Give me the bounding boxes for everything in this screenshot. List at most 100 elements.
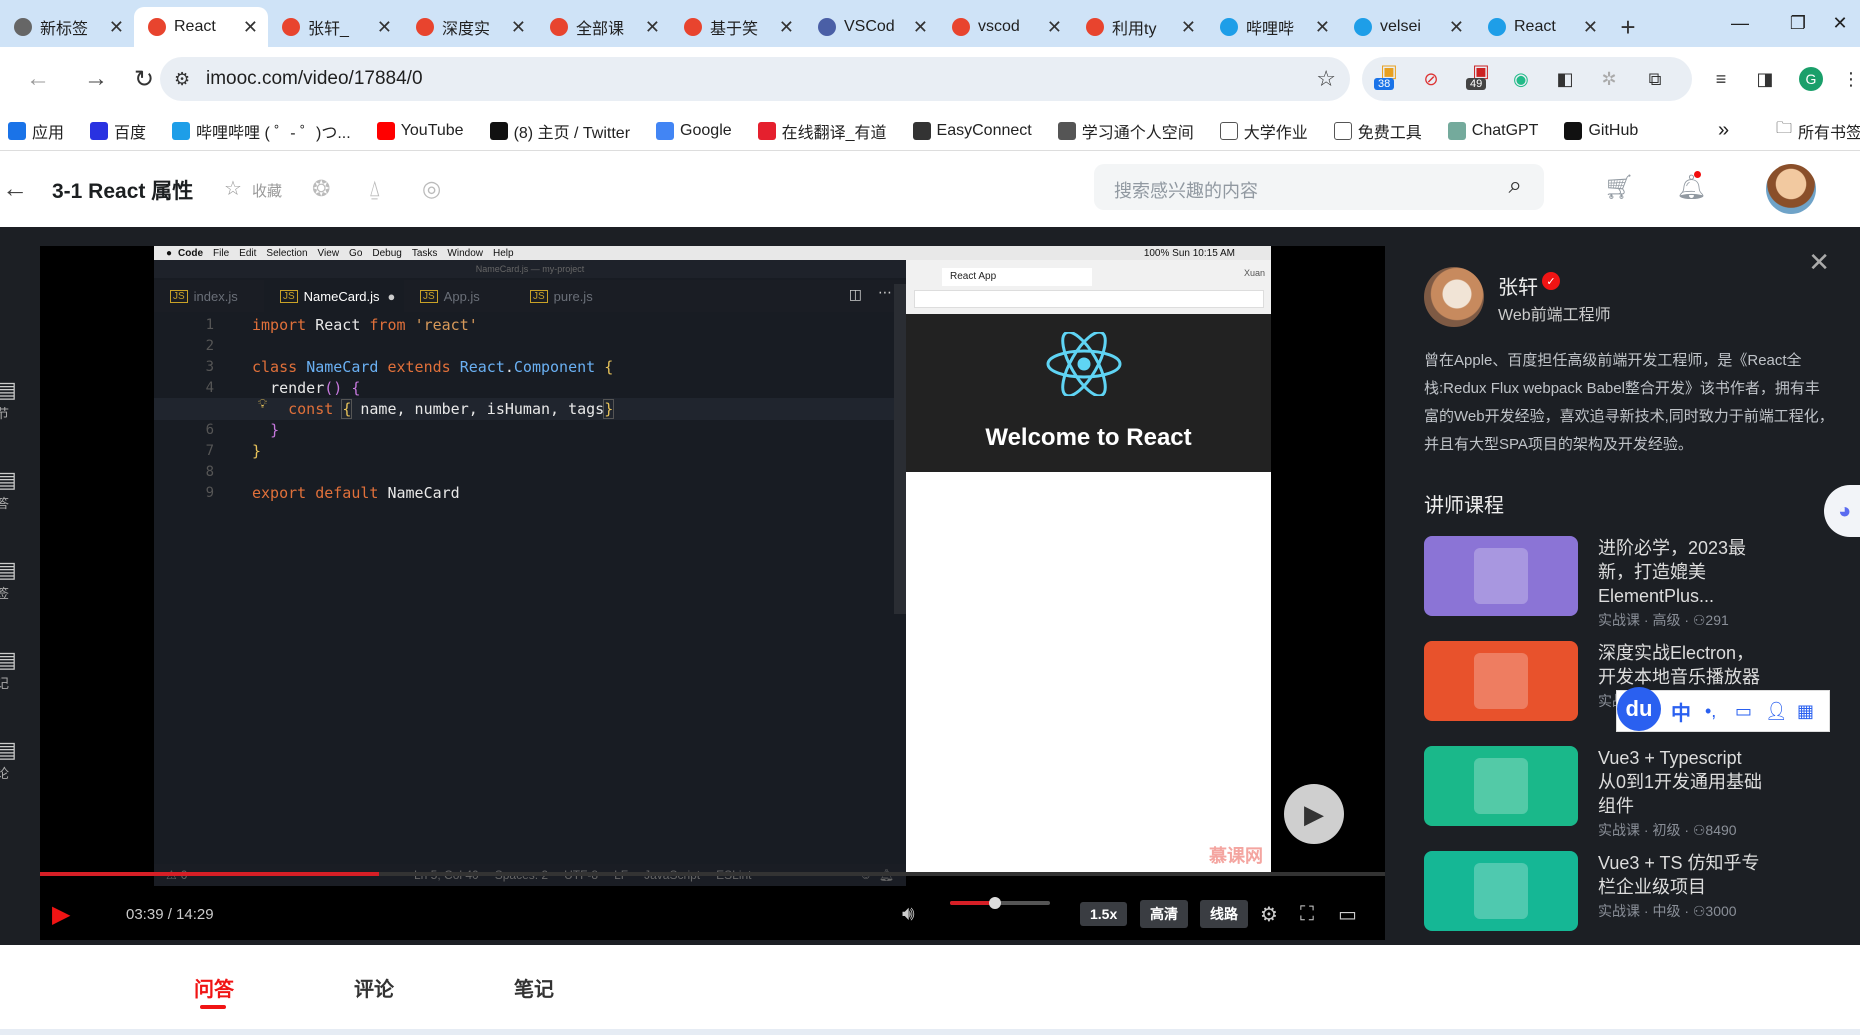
play-icon[interactable]: ▶ (52, 900, 70, 929)
bookmarks-overflow-button[interactable]: » (1718, 119, 1729, 142)
close-tab-icon[interactable]: ✕ (1315, 17, 1330, 38)
bookmark-item[interactable]: Google (656, 121, 732, 140)
bookmark-item[interactable]: 百度 (90, 119, 146, 143)
ime-keyboard-icon[interactable]: ▭ (1735, 701, 1752, 722)
notification-bell-icon[interactable]: 🔔︎ (1676, 173, 1706, 202)
close-panel-icon[interactable]: ✕ (1808, 247, 1830, 278)
cart-icon[interactable]: 🛒︎ (1604, 173, 1634, 202)
browser-menu-icon[interactable]: ⋮ (1836, 64, 1860, 94)
user-avatar[interactable] (1766, 164, 1816, 214)
editor-tab[interactable]: JS NameCard.js ● (264, 280, 404, 312)
forward-button[interactable]: → (74, 57, 118, 101)
close-tab-icon[interactable]: ✕ (913, 17, 928, 38)
course-title[interactable]: Vue3 + Typescript 从0到1开发通用基础组件 (1598, 746, 1764, 818)
ime-grid-icon[interactable]: ▦ (1797, 701, 1814, 722)
site-search-input[interactable]: 搜索感兴趣的内容 ⌕ (1094, 164, 1544, 210)
side-nav-item[interactable]: ▤ 论 (0, 737, 24, 782)
bookmark-item[interactable]: ChatGPT (1447, 121, 1538, 140)
ime-lang[interactable]: 中 (1671, 697, 1691, 726)
course-thumbnail[interactable] (1424, 746, 1578, 826)
url-text[interactable]: imooc.com/video/17884/0 (206, 68, 423, 90)
browser-tab[interactable]: 基于笑 ✕ (670, 7, 804, 47)
more-actions-icon[interactable]: ⋯ (878, 284, 892, 301)
progress-track[interactable] (40, 872, 1385, 876)
course-thumbnail[interactable] (1424, 851, 1578, 931)
extension-globe-icon[interactable]: ◉ (1506, 64, 1536, 94)
course-card[interactable]: Vue3 + Typescript 从0到1开发通用基础组件 实战课 · 初级 ·… (1424, 746, 1764, 838)
browser-tab[interactable]: React ✕ (134, 7, 268, 47)
side-nav-item[interactable]: ▤ 答 (0, 467, 24, 512)
omnibox[interactable]: ⚙ imooc.com/video/17884/0 ☆ (160, 57, 1350, 101)
back-arrow-icon[interactable]: ← (2, 173, 28, 204)
ime-logo[interactable]: du (1617, 687, 1661, 731)
weibo-share-icon[interactable]: ◎ (422, 176, 441, 202)
browser-tab[interactable]: 新标签 ✕ (0, 7, 134, 47)
course-title[interactable]: Vue3 + TS 仿知乎专栏企业级项目 (1598, 851, 1764, 899)
course-card[interactable]: Vue3 + TS 仿知乎专栏企业级项目 实战课 · 中级 · ⚇3000 (1424, 851, 1764, 931)
side-nav-item[interactable]: ▤ 签 (0, 557, 24, 602)
browser-tab[interactable]: 哔哩哔 ✕ (1206, 7, 1340, 47)
ime-user-icon[interactable]: 👤︎ (1765, 701, 1788, 722)
browser-tab[interactable]: velsei ✕ (1340, 7, 1474, 47)
bookmark-item[interactable]: 学习通个人空间 (1057, 119, 1194, 143)
browser-tab[interactable]: 张轩_ ✕ (268, 7, 402, 47)
all-bookmarks-button[interactable]: 🗀 所有书签 (1776, 117, 1860, 144)
bookmark-item[interactable]: GitHub (1564, 121, 1638, 140)
new-tab-button[interactable]: + (1608, 7, 1648, 47)
browser-tab[interactable]: 深度实 ✕ (402, 7, 536, 47)
bookmark-item[interactable]: EasyConnect (912, 121, 1032, 140)
code-editor[interactable]: import React from 'react' class NameCard… (252, 315, 615, 504)
site-info-icon[interactable]: ⚙ (174, 69, 190, 90)
settings-gear-icon[interactable]: ⚙ (1260, 888, 1278, 940)
fullscreen-icon[interactable]: ⛶ (1300, 888, 1314, 940)
browser-tab[interactable]: 全部课 ✕ (536, 7, 670, 47)
bookmark-item[interactable]: 应用 (8, 119, 64, 143)
close-tab-icon[interactable]: ✕ (1047, 17, 1062, 38)
course-title[interactable]: 深度实战Electron，开发本地音乐播放器 (1598, 641, 1764, 689)
close-tab-icon[interactable]: ✕ (1181, 17, 1196, 38)
course-thumbnail[interactable] (1424, 641, 1578, 721)
teacher-avatar[interactable] (1424, 267, 1484, 327)
wechat-share-icon[interactable]: ❂ (312, 176, 330, 202)
lightbulb-icon[interactable]: 💡︎ (258, 396, 267, 412)
close-tab-icon[interactable]: ✕ (109, 17, 124, 38)
browser-tab[interactable]: vscod ✕ (938, 7, 1072, 47)
bookmark-item[interactable]: 哔哩哔哩 ( ゜- ゜)つ... (172, 119, 351, 143)
bookmark-item[interactable]: 在线翻译_有道 (757, 119, 887, 143)
bookmark-item[interactable]: YouTube (376, 121, 464, 140)
collect-label[interactable]: 收藏 (252, 180, 282, 201)
side-nav-item[interactable]: ▤ 节 (0, 377, 24, 422)
profile-avatar-icon[interactable]: G (1796, 64, 1826, 94)
bookmark-star-icon[interactable]: ☆ (1316, 66, 1336, 92)
course-title[interactable]: 进阶必学，2023最新，打造媲美ElementPlus... (1598, 536, 1764, 608)
volume-icon[interactable]: 🔊︎ (902, 888, 915, 940)
close-tab-icon[interactable]: ✕ (243, 17, 258, 38)
course-card[interactable]: 进阶必学，2023最新，打造媲美ElementPlus... 实战课 · 高级 ·… (1424, 536, 1764, 628)
back-button[interactable]: ← (16, 57, 60, 101)
search-icon[interactable]: ⌕ (1509, 172, 1522, 200)
restore-button[interactable]: ❐ (1770, 0, 1826, 47)
route-button[interactable]: 线路 (1200, 900, 1248, 928)
editor-tab[interactable]: JS index.js (154, 280, 264, 312)
extension-gear-icon[interactable]: ✲ (1594, 64, 1624, 94)
volume-knob[interactable] (989, 897, 1001, 909)
teacher-name[interactable]: 张轩 (1498, 271, 1538, 300)
bookmark-item[interactable]: 免费工具 (1333, 119, 1422, 143)
media-control-icon[interactable]: ≡ (1706, 64, 1736, 94)
big-play-icon[interactable]: ▶ (1284, 784, 1344, 844)
tab-qa[interactable]: 问答 (194, 973, 234, 1002)
quality-button[interactable]: 高清 (1140, 900, 1188, 928)
close-tab-icon[interactable]: ✕ (645, 17, 660, 38)
course-thumbnail[interactable] (1424, 536, 1578, 616)
side-nav-item[interactable]: ▤ 记 (0, 647, 24, 692)
pip-icon[interactable]: ▭ (1338, 888, 1357, 940)
tab-comments[interactable]: 评论 (354, 973, 394, 1002)
browser-tab[interactable]: VSCod ✕ (804, 7, 938, 47)
play-button[interactable]: ▶ (52, 888, 70, 940)
editor-tab[interactable]: JS App.js (404, 280, 514, 312)
close-window-button[interactable]: ✕ (1820, 0, 1860, 47)
minimize-button[interactable]: — (1712, 0, 1768, 47)
close-tab-icon[interactable]: ✕ (1449, 17, 1464, 38)
browser-tab[interactable]: React ✕ (1474, 7, 1608, 47)
assistant-bubble-icon[interactable]: ◕ (1824, 485, 1860, 537)
